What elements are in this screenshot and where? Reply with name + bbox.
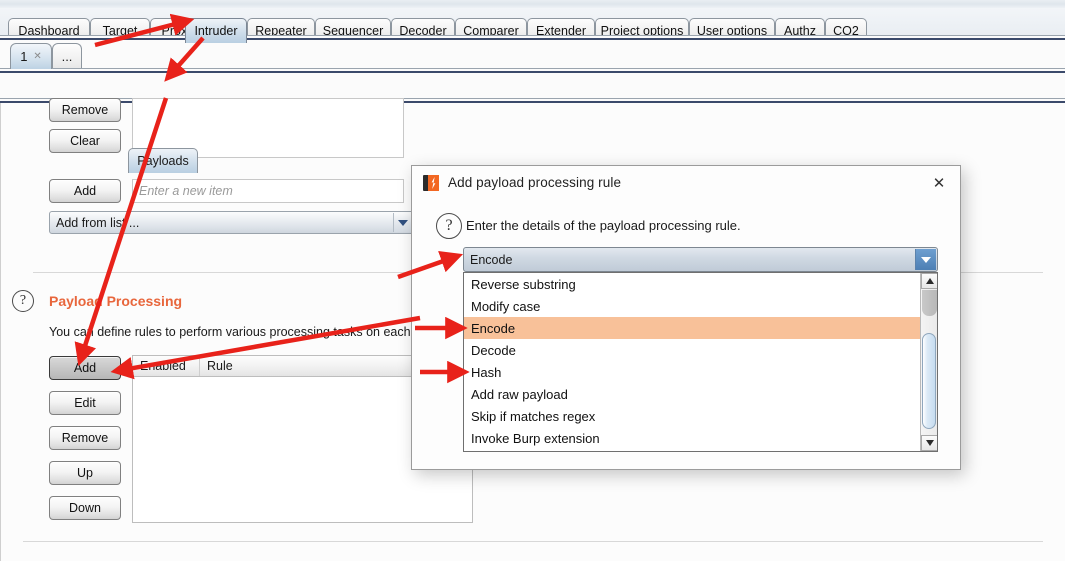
dropdown-item-add-raw-payload[interactable]: Add raw payload	[464, 383, 937, 405]
payload-remove-button[interactable]: Remove	[49, 98, 121, 122]
table-column-enabled: Enabled	[133, 356, 200, 376]
burp-suite-window: Dashboard Target Proxy Intruder Repeater…	[0, 0, 1065, 561]
sub-tab-payloads[interactable]: Payloads	[128, 148, 198, 173]
dialog-instruction: Enter the details of the payload process…	[466, 218, 741, 233]
session-tab-1[interactable]: 1 ✕	[10, 43, 52, 69]
button-label: Remove	[62, 431, 109, 445]
combo-label: Add from list ...	[50, 216, 139, 230]
scrollbar-track-upper[interactable]	[922, 290, 937, 316]
dropdown-item-invoke-burp-extension[interactable]: Invoke Burp extension	[464, 427, 937, 449]
main-tab-bar: Dashboard Target Proxy Intruder Repeater…	[0, 8, 1065, 38]
burp-suite-icon	[423, 175, 439, 191]
dialog-title-bar: Add payload processing rule ✕	[412, 166, 960, 199]
rule-type-combo[interactable]: Encode	[463, 247, 938, 272]
session-tab-label: 1	[20, 49, 27, 64]
new-item-placeholder: Enter a new item	[139, 184, 233, 198]
processing-add-button[interactable]: Add	[49, 356, 121, 380]
chevron-down-icon[interactable]	[915, 249, 936, 270]
dropdown-item-label: Modify case	[471, 299, 540, 314]
add-payload-processing-rule-dialog: Add payload processing rule ✕ ? Enter th…	[411, 165, 961, 470]
button-label: Edit	[74, 396, 96, 410]
processing-remove-button[interactable]: Remove	[49, 426, 121, 450]
dropdown-item-decode[interactable]: Decode	[464, 339, 937, 361]
dropdown-item-label: Encode	[471, 321, 515, 336]
processing-up-button[interactable]: Up	[49, 461, 121, 485]
burp-bolt-glyph	[431, 177, 436, 189]
button-label: Down	[69, 501, 101, 515]
dropdown-item-encode[interactable]: Encode	[464, 317, 937, 339]
dialog-title: Add payload processing rule	[448, 175, 621, 190]
payload-processing-title: Payload Processing	[49, 293, 182, 309]
button-label: Clear	[70, 134, 100, 148]
triangle-up-icon[interactable]	[921, 273, 938, 289]
sub-tab-label: Payloads	[137, 154, 188, 168]
dropdown-item-reverse-substring[interactable]: Reverse substring	[464, 273, 937, 295]
dropdown-item-skip-if-matches-regex[interactable]: Skip if matches regex	[464, 405, 937, 427]
processing-down-button[interactable]: Down	[49, 496, 121, 520]
chevron-down-icon[interactable]	[393, 213, 412, 232]
session-tab-more[interactable]: ...	[52, 43, 82, 69]
payload-add-button[interactable]: Add	[49, 179, 121, 203]
intruder-session-tab-bar	[0, 40, 1065, 71]
question-mark-icon[interactable]: ?	[436, 213, 462, 239]
intruder-sub-tab-bar: Target Positions Payloads Options	[0, 73, 1065, 100]
scrollbar-thumb[interactable]	[922, 333, 936, 429]
processing-edit-button[interactable]: Edit	[49, 391, 121, 415]
dropdown-item-label: Decode	[471, 343, 516, 358]
tab-intruder[interactable]: Intruder	[185, 18, 247, 43]
bottom-divider	[23, 541, 1043, 542]
window-top-strip	[0, 0, 1065, 8]
dropdown-item-modify-case[interactable]: Modify case	[464, 295, 937, 317]
dropdown-item-label: Reverse substring	[471, 277, 576, 292]
combo-selected-value: Encode	[464, 253, 512, 267]
dropdown-item-hash[interactable]: Hash	[464, 361, 937, 383]
add-from-list-combo[interactable]: Add from list ...	[49, 211, 414, 234]
dropdown-item-label: Invoke Burp extension	[471, 431, 600, 446]
close-icon[interactable]: ✕	[33, 51, 41, 62]
session-tab-label: ...	[62, 49, 73, 64]
dropdown-item-label: Hash	[471, 365, 501, 380]
dropdown-item-label: Add raw payload	[471, 387, 568, 402]
question-mark-icon[interactable]: ?	[12, 290, 34, 312]
button-label: Remove	[62, 103, 109, 117]
new-item-input[interactable]: Enter a new item	[132, 179, 404, 203]
payload-clear-button[interactable]: Clear	[49, 129, 121, 153]
dropdown-scrollbar[interactable]	[920, 273, 937, 451]
rule-type-dropdown-list[interactable]: Reverse substring Modify case Encode Dec…	[463, 272, 938, 452]
button-label: Up	[77, 466, 93, 480]
triangle-down-icon[interactable]	[921, 435, 938, 451]
payload-processing-description: You can define rules to perform various …	[49, 325, 421, 339]
button-label: Add	[74, 184, 96, 198]
tab-label: Intruder	[194, 24, 237, 38]
dropdown-item-label: Skip if matches regex	[471, 409, 595, 424]
close-icon[interactable]: ✕	[930, 174, 948, 192]
button-label: Add	[74, 361, 96, 375]
